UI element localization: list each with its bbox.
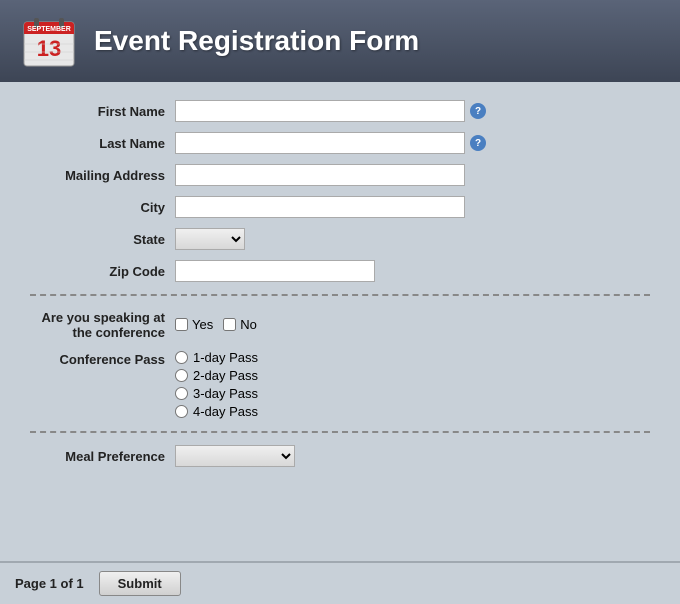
first-name-help-icon[interactable]: ?: [470, 103, 486, 119]
pass-1day-label[interactable]: 1-day Pass: [175, 350, 258, 365]
city-label: City: [30, 200, 175, 215]
speaking-checkbox-group: Yes No: [175, 317, 257, 332]
first-name-input[interactable]: [175, 100, 465, 122]
speaking-no-text: No: [240, 317, 257, 332]
pass-2day-text: 2-day Pass: [193, 368, 258, 383]
calendar-icon: SEPTEMBER 13: [20, 12, 78, 70]
last-name-label: Last Name: [30, 136, 175, 151]
conference-pass-radio-group: 1-day Pass 2-day Pass 3-day Pass 4-day P…: [175, 350, 258, 419]
first-name-label: First Name: [30, 104, 175, 119]
city-input[interactable]: [175, 196, 465, 218]
zip-code-label: Zip Code: [30, 264, 175, 279]
last-name-row: Last Name ?: [30, 132, 650, 154]
city-row: City: [30, 196, 650, 218]
zip-code-input[interactable]: [175, 260, 375, 282]
page-header: SEPTEMBER 13 Event Registration Form: [0, 0, 680, 82]
divider-1: [30, 294, 650, 296]
page-footer: Page 1 of 1 Submit: [0, 561, 680, 604]
pass-2day-radio[interactable]: [175, 369, 188, 382]
pass-4day-text: 4-day Pass: [193, 404, 258, 419]
pass-4day-label[interactable]: 4-day Pass: [175, 404, 258, 419]
last-name-input[interactable]: [175, 132, 465, 154]
first-name-row: First Name ?: [30, 100, 650, 122]
speaking-yes-checkbox[interactable]: [175, 318, 188, 331]
page-title: Event Registration Form: [94, 25, 419, 57]
state-label: State: [30, 232, 175, 247]
pass-1day-text: 1-day Pass: [193, 350, 258, 365]
speaking-no-checkbox[interactable]: [223, 318, 236, 331]
zip-code-row: Zip Code: [30, 260, 650, 282]
pass-1day-radio[interactable]: [175, 351, 188, 364]
divider-2: [30, 431, 650, 433]
svg-text:SEPTEMBER: SEPTEMBER: [27, 26, 71, 33]
page-info: Page 1 of 1: [15, 576, 84, 591]
meal-preference-select[interactable]: VegetarianVeganStandardGluten-free: [175, 445, 295, 467]
meal-preference-row: Meal Preference VegetarianVeganStandardG…: [30, 445, 650, 467]
submit-button[interactable]: Submit: [99, 571, 181, 596]
pass-4day-radio[interactable]: [175, 405, 188, 418]
state-row: State ALAKAZARCACOCTDEFLGAHIIDILINIAKSKY…: [30, 228, 650, 250]
state-select[interactable]: ALAKAZARCACOCTDEFLGAHIIDILINIAKSKYLAMEMD…: [175, 228, 245, 250]
svg-text:13: 13: [37, 36, 61, 61]
form-container: First Name ? Last Name ? Mailing Address…: [0, 82, 680, 561]
pass-3day-label[interactable]: 3-day Pass: [175, 386, 258, 401]
pass-3day-radio[interactable]: [175, 387, 188, 400]
mailing-address-row: Mailing Address: [30, 164, 650, 186]
conference-pass-row: Conference Pass 1-day Pass 2-day Pass 3-…: [30, 350, 650, 419]
meal-preference-label: Meal Preference: [30, 449, 175, 464]
speaking-row: Are you speaking atthe conference Yes No: [30, 308, 650, 340]
pass-2day-label[interactable]: 2-day Pass: [175, 368, 258, 383]
speaking-label: Are you speaking atthe conference: [30, 308, 175, 340]
speaking-no-label[interactable]: No: [223, 317, 257, 332]
mailing-address-label: Mailing Address: [30, 168, 175, 183]
last-name-help-icon[interactable]: ?: [470, 135, 486, 151]
conference-pass-label: Conference Pass: [30, 350, 175, 367]
speaking-yes-text: Yes: [192, 317, 213, 332]
pass-3day-text: 3-day Pass: [193, 386, 258, 401]
speaking-yes-label[interactable]: Yes: [175, 317, 213, 332]
mailing-address-input[interactable]: [175, 164, 465, 186]
